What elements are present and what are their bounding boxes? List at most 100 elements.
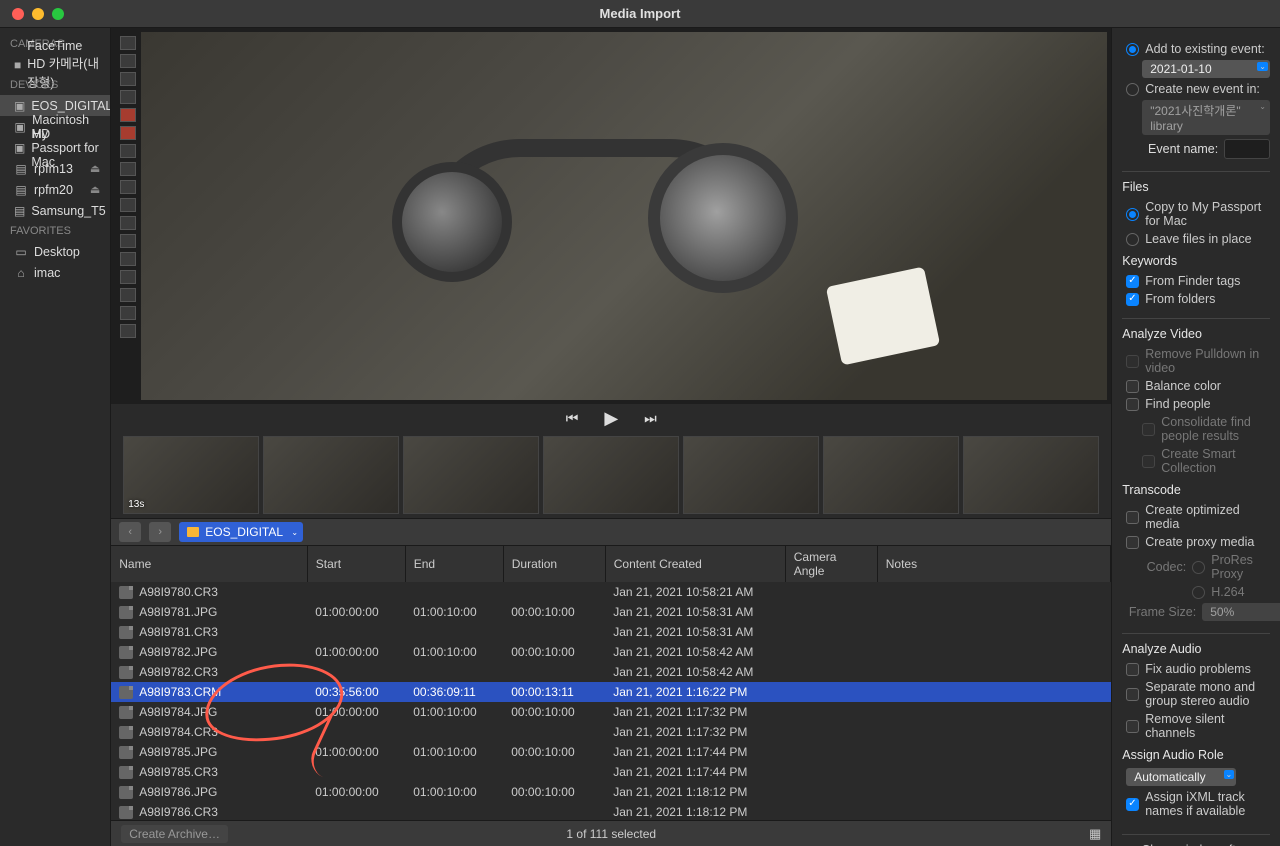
audio-role-select[interactable]: Automatically⌄	[1126, 768, 1236, 786]
table-row[interactable]: A98I9781.CR3Jan 21, 2021 10:58:31 AM	[111, 622, 1111, 642]
filmstrip-clip[interactable]	[263, 436, 399, 514]
sidebar-item[interactable]: ▤Samsung_T5⏏	[0, 200, 110, 221]
file-table-wrap: Name Start End Duration Content Created …	[111, 546, 1111, 820]
close-window-row[interactable]: Close window after starting import	[1122, 834, 1270, 846]
fullscreen-icon[interactable]	[52, 8, 64, 20]
skimmer-strip[interactable]	[115, 32, 141, 400]
table-row[interactable]: A98I9780.CR3Jan 21, 2021 10:58:21 AM	[111, 582, 1111, 602]
existing-event-select[interactable]: 2021-01-10⌄	[1142, 60, 1270, 78]
files-header: Files	[1122, 180, 1270, 194]
col-camera-angle[interactable]: Camera Angle	[785, 546, 877, 582]
disk-icon: ▣	[14, 99, 25, 113]
chk-consolidate	[1142, 423, 1155, 436]
table-row[interactable]: A98I9785.CR3Jan 21, 2021 1:17:44 PM	[111, 762, 1111, 782]
path-bar: ‹ › EOS_DIGITAL ⌄	[111, 518, 1111, 546]
filmstrip-clip[interactable]: 13s	[123, 436, 259, 514]
sidebar-item[interactable]: ▤rpfm20⏏	[0, 179, 110, 200]
table-row[interactable]: A98I9785.JPG01:00:00:0001:00:10:0000:00:…	[111, 742, 1111, 762]
col-content-created[interactable]: Content Created	[605, 546, 785, 582]
col-notes[interactable]: Notes	[877, 546, 1111, 582]
close-icon[interactable]	[12, 8, 24, 20]
prev-icon[interactable]: ⏮	[566, 410, 579, 427]
file-icon	[119, 666, 133, 679]
file-icon	[119, 806, 133, 819]
chevron-down-icon: ⌄	[1224, 770, 1235, 779]
sidebar-item[interactable]: ■FaceTime HD 카메라(내장형)	[0, 54, 110, 75]
table-row[interactable]: A98I9782.JPG01:00:00:0001:00:10:0000:00:…	[111, 642, 1111, 662]
location-select[interactable]: EOS_DIGITAL ⌄	[179, 522, 303, 542]
chk-from-finder[interactable]	[1126, 275, 1139, 288]
chk-fix-audio[interactable]	[1126, 663, 1139, 676]
radio-create-new[interactable]	[1126, 83, 1139, 96]
add-to-existing-row[interactable]: Add to existing event:	[1122, 40, 1270, 58]
chk-from-folders[interactable]	[1126, 293, 1139, 306]
table-row[interactable]: A98I9784.JPG01:00:00:0001:00:10:0000:00:…	[111, 702, 1111, 722]
nav-forward-button[interactable]: ›	[149, 522, 171, 542]
view-toggle-icon[interactable]: ▦	[1089, 826, 1101, 842]
file-name: A98I9784.JPG	[139, 705, 217, 719]
radio-leave-files[interactable]	[1126, 233, 1139, 246]
filmstrip-clip[interactable]	[963, 436, 1099, 514]
col-end[interactable]: End	[405, 546, 503, 582]
filmstrip-clip[interactable]	[403, 436, 539, 514]
sidebar-item[interactable]: ⌂imac	[0, 262, 110, 283]
sidebar-item-label: rpfm20	[34, 183, 73, 197]
chk-optimized[interactable]	[1126, 511, 1139, 524]
event-name-input[interactable]	[1224, 139, 1270, 159]
radio-h264	[1192, 586, 1205, 599]
eject-icon[interactable]: ⏏	[90, 162, 100, 175]
table-row[interactable]: A98I9783.CRM00:35:56:0000:36:09:1100:00:…	[111, 682, 1111, 702]
analyze-video-section: Analyze Video Remove Pulldown in video B…	[1122, 318, 1270, 623]
filmstrip-clip[interactable]	[823, 436, 959, 514]
file-name: A98I9786.JPG	[139, 785, 217, 799]
filmstrip[interactable]: 13s	[111, 432, 1111, 518]
filmstrip-clip[interactable]	[543, 436, 679, 514]
sidebar-item[interactable]: ▭Desktop	[0, 241, 110, 262]
col-name[interactable]: Name	[111, 546, 307, 582]
chk-balance-color[interactable]	[1126, 380, 1139, 393]
disk-icon: ▣	[14, 120, 26, 134]
file-name: A98I9783.CRM	[139, 685, 221, 699]
table-row[interactable]: A98I9786.JPG01:00:00:0001:00:10:0000:00:…	[111, 782, 1111, 802]
chk-separate-mono[interactable]	[1126, 688, 1139, 701]
file-icon	[119, 626, 133, 639]
table-row[interactable]: A98I9781.JPG01:00:00:0001:00:10:0000:00:…	[111, 602, 1111, 622]
file-name: A98I9785.CR3	[139, 765, 218, 779]
filmstrip-clip[interactable]	[683, 436, 819, 514]
play-icon[interactable]: ▶	[604, 408, 618, 429]
next-icon[interactable]: ⏭	[644, 410, 657, 427]
radio-copy-to[interactable]	[1126, 208, 1139, 221]
analyze-audio-section: Analyze Audio Fix audio problems Separat…	[1122, 633, 1270, 820]
nav-back-button[interactable]: ‹	[119, 522, 141, 542]
eject-icon[interactable]: ⏏	[90, 183, 100, 196]
new-event-library-select[interactable]: "2021사진학개론" library⌄	[1142, 100, 1270, 135]
chk-proxy[interactable]	[1126, 536, 1139, 549]
sidebar-header: FAVORITES	[0, 221, 110, 241]
sidebar: CAMERAS■FaceTime HD 카메라(내장형)DEVICES▣EOS_…	[0, 28, 111, 846]
chk-ixml[interactable]	[1126, 798, 1139, 811]
file-name: A98I9784.CR3	[139, 725, 218, 739]
table-row[interactable]: A98I9784.CR3Jan 21, 2021 1:17:32 PM	[111, 722, 1111, 742]
table-row[interactable]: A98I9786.CR3Jan 21, 2021 1:18:12 PM	[111, 802, 1111, 820]
chk-find-people[interactable]	[1126, 398, 1139, 411]
chevron-down-icon: ⌄	[1259, 102, 1266, 111]
col-duration[interactable]: Duration	[503, 546, 605, 582]
chk-remove-silent[interactable]	[1126, 720, 1139, 733]
ext-icon: ▤	[14, 204, 25, 218]
preview-area	[111, 28, 1111, 404]
file-icon	[119, 586, 133, 599]
create-archive-button[interactable]: Create Archive…	[121, 825, 228, 843]
minimize-icon[interactable]	[32, 8, 44, 20]
col-start[interactable]: Start	[307, 546, 405, 582]
radio-add-existing[interactable]	[1126, 43, 1139, 56]
create-new-row[interactable]: Create new event in:	[1122, 80, 1270, 98]
center-pane: ⏮ ▶ ⏭ 13s ‹ › EOS_DIGITAL ⌄ Name	[111, 28, 1112, 846]
sidebar-item[interactable]: ▣My Passport for Mac	[0, 137, 110, 158]
file-icon	[119, 786, 133, 799]
file-name: A98I9785.JPG	[139, 745, 217, 759]
chk-smart-collection	[1142, 455, 1155, 468]
file-icon	[119, 606, 133, 619]
table-row[interactable]: A98I9782.CR3Jan 21, 2021 10:58:42 AM	[111, 662, 1111, 682]
sidebar-item[interactable]: ▤rpfm13⏏	[0, 158, 110, 179]
preview-image[interactable]	[141, 32, 1107, 400]
